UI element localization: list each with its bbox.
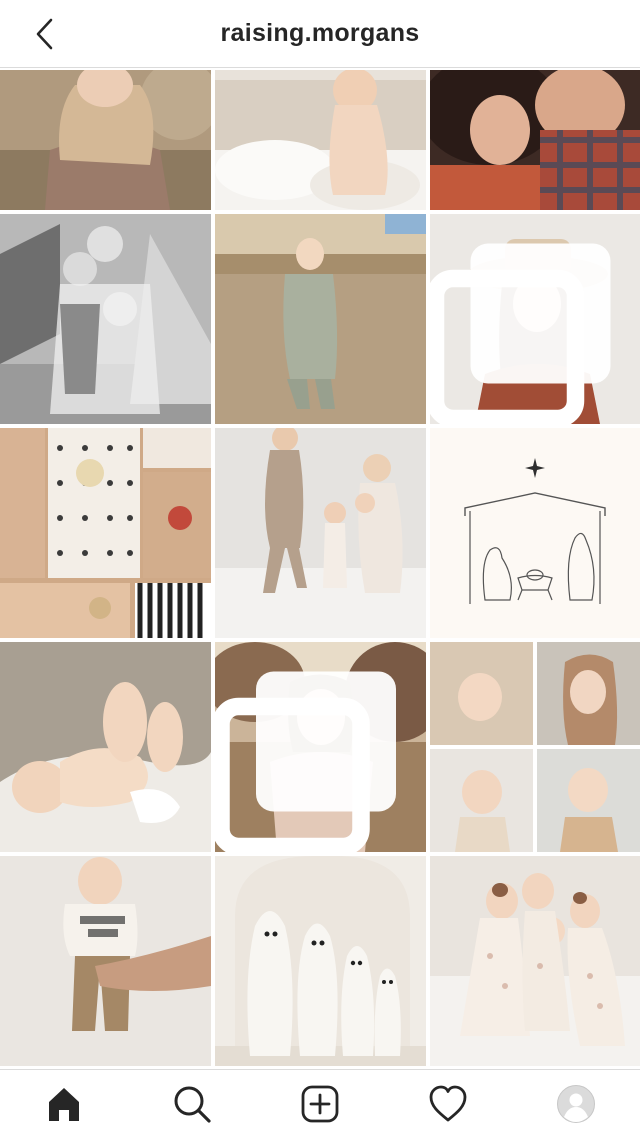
post-thumbnail-birthday-boy[interactable]	[0, 856, 211, 1066]
activity-button[interactable]	[418, 1074, 478, 1134]
profile-username: raising.morgans	[220, 19, 420, 47]
search-icon	[174, 1086, 211, 1123]
profile-button[interactable]	[546, 1074, 606, 1134]
post-thumbnail-baby-on-bed[interactable]	[215, 70, 426, 210]
profile-avatar-icon	[557, 1085, 595, 1123]
post-thumbnail-toddler-looking-up[interactable]	[215, 214, 426, 424]
profile-header: raising.morgans	[0, 0, 640, 68]
multiple-photos-icon	[430, 243, 611, 424]
bottom-navigation-bar	[0, 1069, 640, 1138]
post-thumbnail-wrapped-gifts[interactable]	[0, 428, 211, 638]
home-button[interactable]	[34, 1074, 94, 1134]
post-thumbnail-baby-on-blanket[interactable]	[0, 642, 211, 852]
multiple-photos-icon	[215, 671, 396, 852]
post-thumbnail-couple-embrace[interactable]	[430, 70, 640, 210]
post-thumbnail-kids-on-slide-bw[interactable]	[0, 214, 211, 424]
post-thumbnail-girl-in-desert[interactable]	[215, 642, 426, 852]
heart-icon	[429, 1085, 467, 1122]
post-thumbnail-four-kids-pajamas[interactable]	[430, 856, 640, 1066]
new-post-icon	[301, 1085, 339, 1123]
back-button[interactable]	[28, 16, 60, 52]
new-post-button[interactable]	[290, 1074, 350, 1134]
home-icon	[49, 1088, 79, 1121]
post-thumbnail-kids-collage[interactable]	[430, 642, 640, 852]
search-button[interactable]	[162, 1074, 222, 1134]
post-thumbnail-girl-in-field[interactable]	[0, 70, 211, 210]
post-thumbnail-ghost-costumes[interactable]	[215, 856, 426, 1066]
post-thumbnail-nativity-line-art[interactable]	[430, 428, 640, 638]
post-thumbnail-kids-jumping-on-bed[interactable]	[215, 428, 426, 638]
post-thumbnail-girl-in-hat[interactable]	[430, 214, 640, 424]
posts-grid	[0, 70, 640, 1069]
chevron-left-icon	[36, 18, 53, 50]
